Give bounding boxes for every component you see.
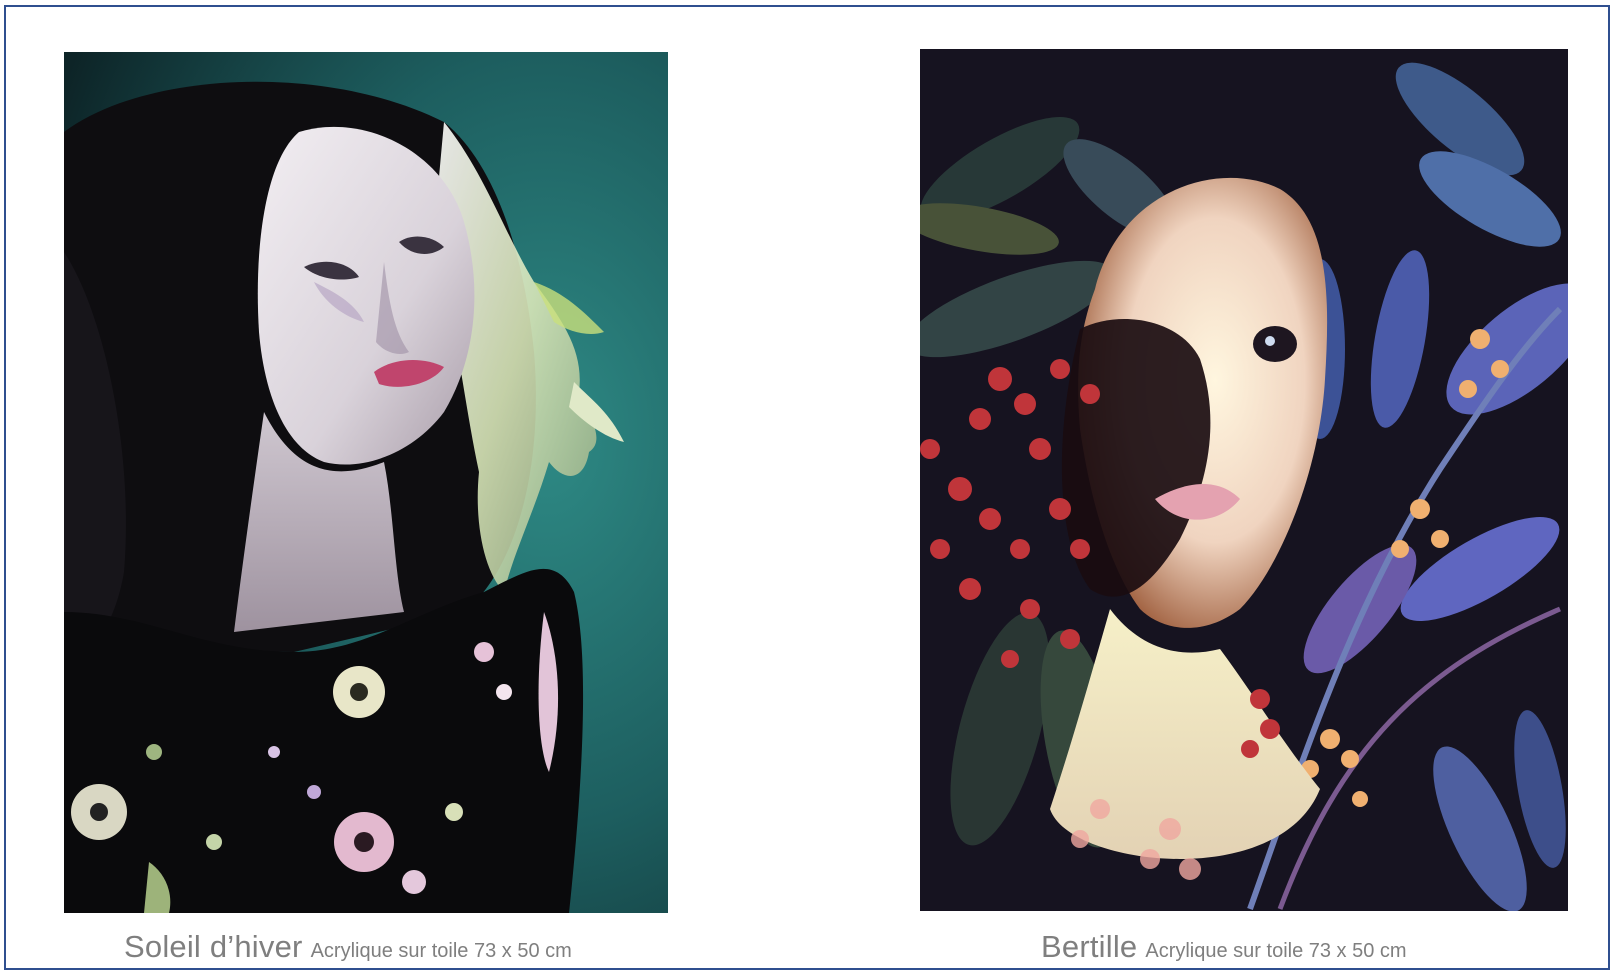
- painting-bertille: [920, 49, 1568, 911]
- caption-bertille: Bertille Acrylique sur toile 73 x 50 cm: [1041, 931, 1407, 962]
- page-frame: Soleil d’hiver Acrylique sur toile 73 x 5…: [4, 5, 1610, 970]
- artwork-title: Bertille: [1041, 929, 1138, 964]
- artwork-details: Acrylique sur toile 73 x 50 cm: [310, 940, 572, 962]
- artwork-details: Acrylique sur toile 73 x 50 cm: [1145, 940, 1407, 962]
- artwork-title: Soleil d’hiver: [124, 929, 303, 964]
- caption-soleil-dhiver: Soleil d’hiver Acrylique sur toile 73 x 5…: [124, 931, 572, 962]
- painting-soleil-dhiver: [64, 52, 668, 913]
